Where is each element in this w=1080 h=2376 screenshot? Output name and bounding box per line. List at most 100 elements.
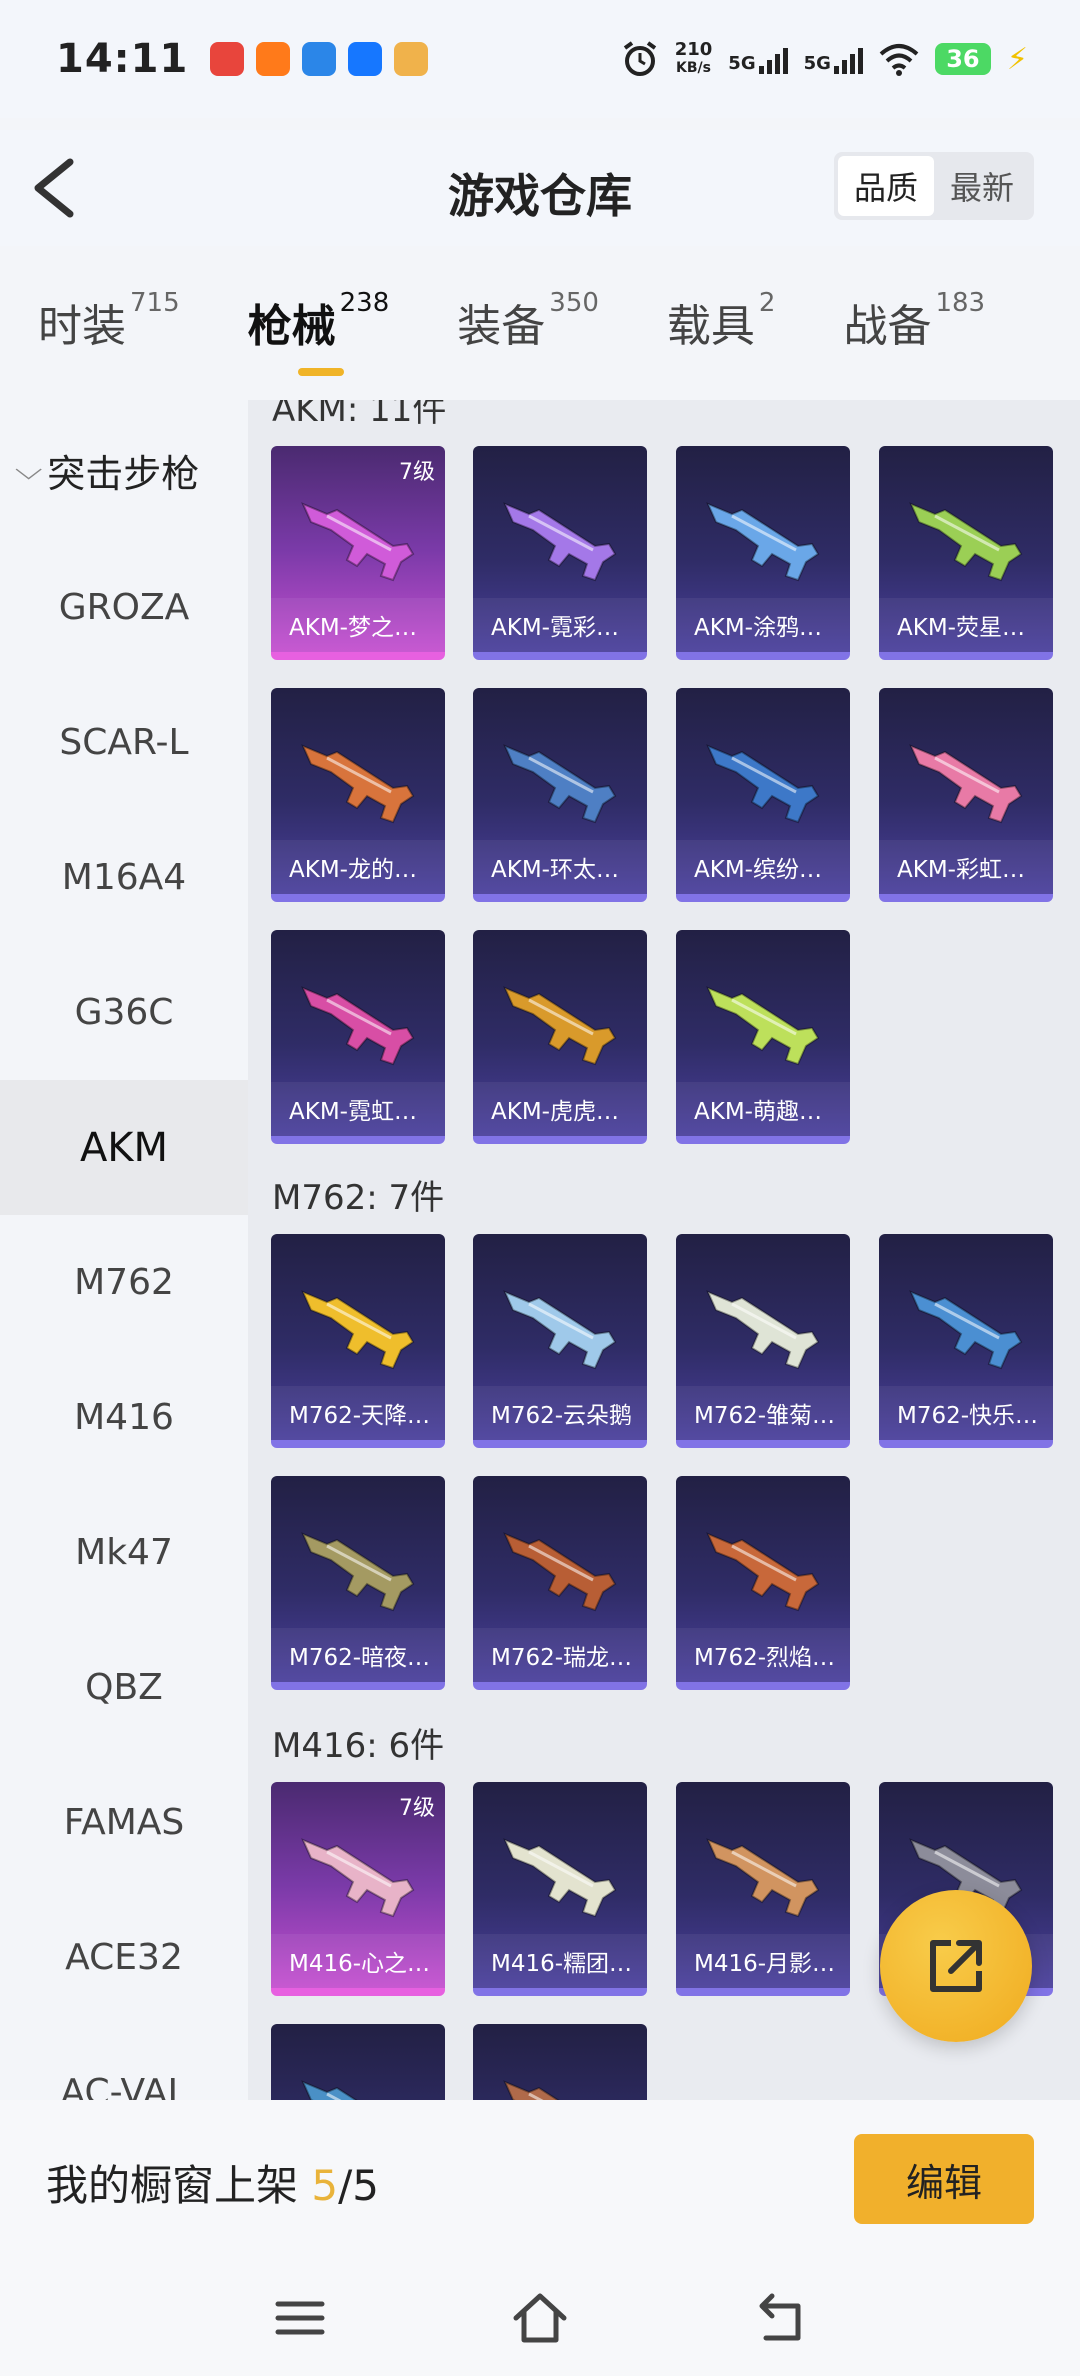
weapon-card[interactable]: AKM-萌趣… xyxy=(676,930,850,1144)
weapon-card-name: M762-快乐… xyxy=(879,1386,1053,1440)
gun-skin-icon xyxy=(706,1838,820,1918)
weapon-card[interactable]: 7级 M416-心之… xyxy=(271,1782,445,1996)
tab-equipment[interactable]: 装备 350 xyxy=(457,288,599,400)
notification-app-icon xyxy=(394,42,429,76)
sort-quality-button[interactable]: 品质 xyxy=(838,156,934,216)
weapon-card-name: M416-心之… xyxy=(271,1934,445,1988)
weapon-card-name: AKM-萌趣… xyxy=(676,1082,850,1136)
tab-vehicles[interactable]: 载具 2 xyxy=(667,288,776,400)
gun-skin-icon xyxy=(706,1290,820,1370)
weapon-card[interactable]: M762-天降… xyxy=(271,1234,445,1448)
gun-skin-icon xyxy=(503,1838,617,1918)
gun-skin-icon xyxy=(706,986,820,1066)
sidebar-item-mk47[interactable]: Mk47 xyxy=(0,1485,248,1620)
gun-skin-icon xyxy=(503,986,617,1066)
gun-skin-icon xyxy=(301,502,415,582)
wifi-icon xyxy=(879,44,919,76)
weapon-card-name: M762-云朵鹅 xyxy=(473,1386,647,1440)
weapon-card[interactable] xyxy=(271,2024,445,2100)
weapon-card-name: AKM-虎虎… xyxy=(473,1082,647,1136)
tab-fashion[interactable]: 时装 715 xyxy=(38,288,180,400)
sidebar-item-akm[interactable]: AKM xyxy=(0,1080,248,1215)
sidebar-item-groza[interactable]: GROZA xyxy=(0,540,248,675)
gun-skin-icon xyxy=(909,1290,1023,1370)
signal-5g-2-icon: 5G xyxy=(804,44,863,74)
back-nav-icon[interactable] xyxy=(750,2288,810,2348)
sidebar-item-ace32[interactable]: ACE32 xyxy=(0,1890,248,2025)
alarm-icon xyxy=(623,41,656,76)
weapon-card[interactable]: AKM-环太… xyxy=(473,688,647,902)
gun-skin-icon xyxy=(706,1532,820,1612)
section-label-m416: M416: 6件 xyxy=(272,1726,445,1766)
gun-skin-icon xyxy=(503,2080,560,2100)
sidebar-item-g36c[interactable]: G36C xyxy=(0,945,248,1080)
notification-icons xyxy=(210,42,429,76)
sidebar-item-scar-l[interactable]: SCAR-L xyxy=(0,675,248,810)
weapon-card[interactable]: AKM-虎虎… xyxy=(473,930,647,1144)
weapon-card[interactable]: M762-烈焰… xyxy=(676,1476,850,1690)
home-icon[interactable] xyxy=(510,2288,570,2348)
gun-skin-icon xyxy=(301,1532,415,1612)
battery-icon: 36 xyxy=(934,43,991,75)
gun-skin-icon xyxy=(503,1532,617,1612)
sort-newest-button[interactable]: 最新 xyxy=(934,156,1030,216)
weapon-card-name: AKM-梦之… xyxy=(271,598,445,652)
signal-5g-1-icon: 5G xyxy=(728,44,788,74)
weapon-card-name: M762-天降… xyxy=(271,1386,445,1440)
weapon-card[interactable]: AKM-缤纷… xyxy=(676,688,850,902)
weapon-card[interactable]: M762-瑞龙… xyxy=(473,1476,647,1690)
active-tab-indicator xyxy=(297,368,344,376)
weapon-card-name: AKM-彩虹… xyxy=(879,840,1053,894)
weapon-card[interactable]: AKM-龙的… xyxy=(271,688,445,902)
showcase-bar: 我的橱窗上架 5/5 编辑 xyxy=(0,2100,1080,2266)
weapon-card[interactable]: M416-糯团… xyxy=(473,1782,647,1996)
gun-skin-icon xyxy=(503,502,617,582)
sidebar-item-famas[interactable]: FAMAS xyxy=(0,1755,248,1890)
gun-skin-icon xyxy=(706,744,820,824)
notification-app-icon xyxy=(256,42,291,76)
system-navbar xyxy=(0,2266,1080,2376)
charging-icon: ⚡ xyxy=(1006,41,1028,77)
sidebar-item-ac-val[interactable]: AC-VAL xyxy=(0,2025,248,2100)
section-label-m762: M762: 7件 xyxy=(272,1178,445,1218)
sidebar-item-m762[interactable]: M762 xyxy=(0,1215,248,1350)
weapon-card[interactable]: AKM-彩虹… xyxy=(879,688,1053,902)
level-badge: 7级 xyxy=(399,1796,435,1821)
weapon-card[interactable]: AKM-霓彩… xyxy=(473,446,647,660)
weapon-card-name: M762-雏菊… xyxy=(676,1386,850,1440)
edit-button[interactable]: 编辑 xyxy=(854,2134,1034,2224)
network-speed: 210 KB/s xyxy=(674,39,713,77)
weapon-card[interactable]: M416-月影… xyxy=(676,1782,850,1996)
gun-skin-icon xyxy=(301,1290,415,1370)
share-button[interactable] xyxy=(880,1890,1032,2042)
sort-segmented-control: 品质 最新 xyxy=(834,152,1034,220)
section-label-akm: AKM: 11件 xyxy=(272,400,447,430)
weapon-card[interactable]: AKM-涂鸦… xyxy=(676,446,850,660)
notification-app-icon xyxy=(302,42,337,76)
chevron-down-icon: ⌵ xyxy=(14,453,43,486)
weapon-card[interactable]: M762-云朵鹅 xyxy=(473,1234,647,1448)
gun-skin-icon xyxy=(301,2080,358,2100)
weapon-card-name: M762-烈焰… xyxy=(676,1628,850,1682)
weapon-card[interactable]: AKM-荧星… xyxy=(879,446,1053,660)
level-badge: 7级 xyxy=(399,460,435,485)
weapon-card[interactable]: M762-雏菊… xyxy=(676,1234,850,1448)
sidebar-item-m416[interactable]: M416 xyxy=(0,1350,248,1485)
weapon-card[interactable]: M762-快乐… xyxy=(879,1234,1053,1448)
weapon-card[interactable] xyxy=(473,2024,647,2100)
tab-guns[interactable]: 枪械 238 xyxy=(248,288,389,400)
weapon-card-name: M416-月影… xyxy=(676,1934,850,1988)
menu-icon[interactable] xyxy=(270,2288,330,2348)
tab-supplies[interactable]: 战备 183 xyxy=(843,288,985,400)
category-tabs: 时装 715 枪械 238 装备 350 载具 2 战备 183 xyxy=(0,288,1080,400)
showcase-status: 我的橱窗上架 5/5 xyxy=(46,2161,379,2210)
weapon-card[interactable]: 7级 AKM-梦之… xyxy=(271,446,445,660)
sidebar-item-m16a4[interactable]: M16A4 xyxy=(0,810,248,945)
weapon-card-name: AKM-霓彩… xyxy=(473,598,647,652)
gun-skin-icon xyxy=(503,744,617,824)
sidebar-item-qbz[interactable]: QBZ xyxy=(0,1620,248,1755)
category-assault-rifle[interactable]: ⌵ 突击步枪 xyxy=(0,400,248,540)
weapon-card[interactable]: AKM-霓虹… xyxy=(271,930,445,1144)
weapon-card[interactable]: M762-暗夜… xyxy=(271,1476,445,1690)
status-time: 14:11 xyxy=(56,36,189,82)
